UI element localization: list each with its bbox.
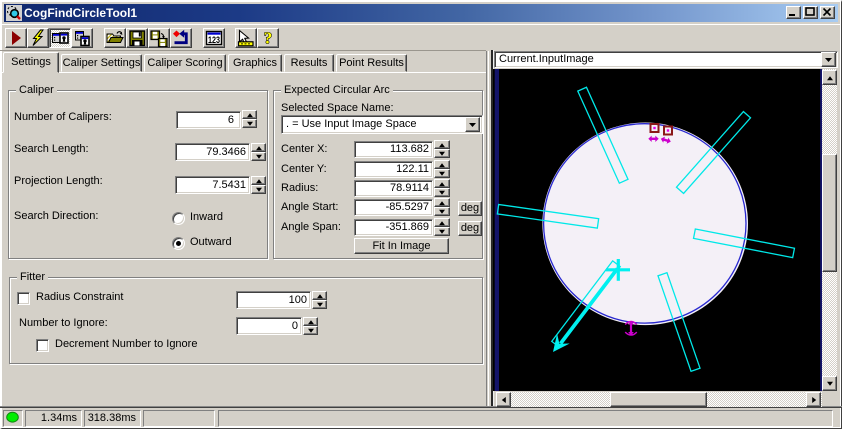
svg-text:?: ?: [264, 29, 273, 47]
svg-text:123: 123: [208, 35, 220, 45]
